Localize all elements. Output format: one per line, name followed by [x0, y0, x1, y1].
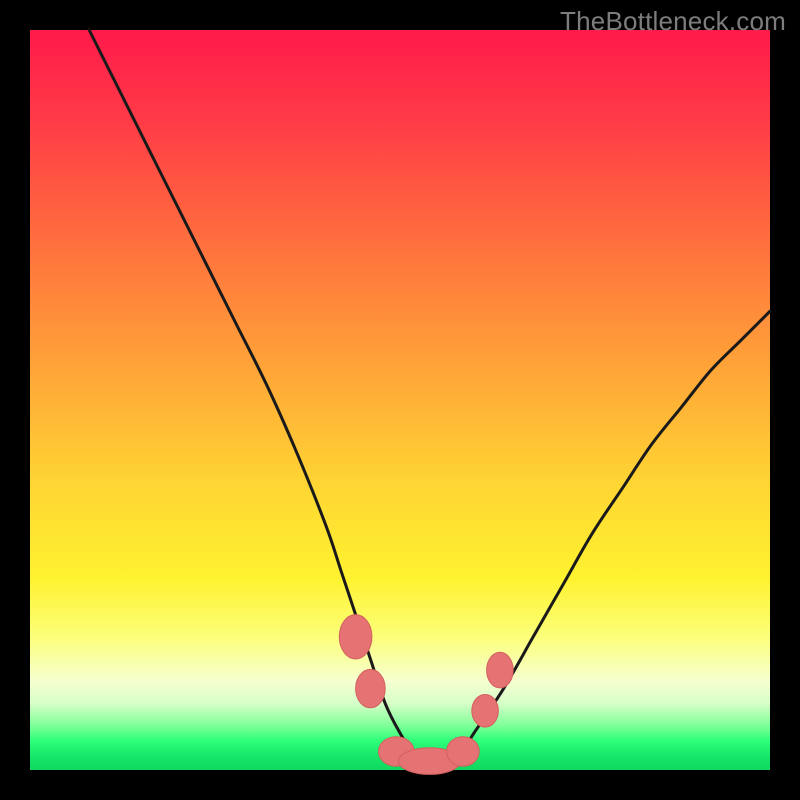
curve-markers: [339, 615, 513, 775]
marker-valley-right: [447, 737, 480, 767]
curve-path: [89, 30, 770, 764]
chart-frame: TheBottleneck.com: [0, 0, 800, 800]
curve-line: [89, 30, 770, 764]
plot-area: [30, 30, 770, 770]
marker-left-lower: [356, 669, 386, 707]
marker-right-lower: [472, 695, 499, 728]
chart-svg: [30, 30, 770, 770]
marker-right-upper: [487, 652, 514, 688]
watermark-text: TheBottleneck.com: [560, 6, 786, 37]
marker-left-upper: [339, 615, 372, 659]
